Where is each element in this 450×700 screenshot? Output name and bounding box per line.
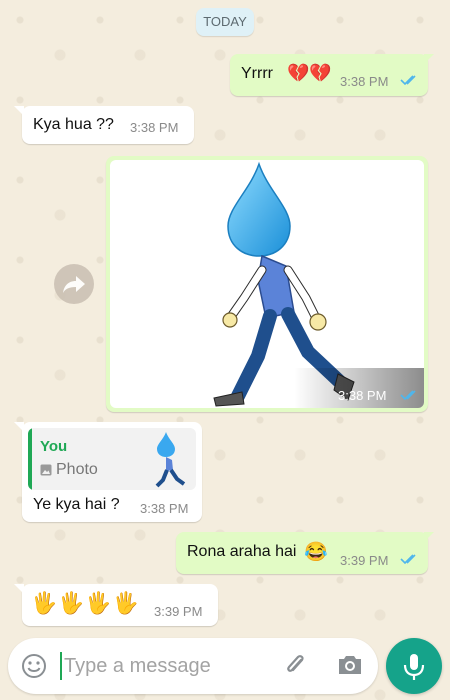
voice-message-button[interactable] (386, 638, 442, 694)
read-ticks-icon (400, 554, 416, 565)
message-input[interactable]: Type a message (64, 655, 211, 678)
message-text: Yrrrr (241, 65, 273, 82)
laughing-emoji: 😂 (304, 542, 328, 563)
message-time: 3:38 PM (338, 388, 387, 403)
message-text: Ye kya hai ? (33, 496, 120, 513)
forward-button[interactable] (54, 264, 94, 304)
emoji-icon[interactable] (20, 652, 48, 680)
camera-icon[interactable] (336, 652, 364, 678)
message-bubble-incoming[interactable]: 🖐🖐🖐🖐 3:39 PM (22, 584, 218, 626)
bubble-tail (14, 106, 24, 116)
bubble-tail (14, 584, 24, 594)
message-time: 3:39 PM (154, 604, 203, 619)
message-time: 3:38 PM (130, 120, 179, 135)
message-image-outgoing[interactable]: 3:38 PM (106, 156, 428, 412)
bubble-tail (14, 422, 24, 432)
message-text: Kya hua ?? (33, 116, 114, 133)
quote-accent-bar (28, 428, 32, 490)
quote-kind: Photo (56, 461, 98, 478)
image-content[interactable]: 3:38 PM (110, 160, 424, 408)
raised-hand-emojis: 🖐🖐🖐🖐 (31, 592, 140, 615)
message-time: 3:39 PM (340, 553, 389, 568)
quote-author: You (40, 438, 68, 455)
quoted-message[interactable]: You Photo (28, 428, 196, 490)
read-ticks-icon (400, 390, 416, 401)
photo-icon (40, 464, 52, 476)
quote-thumbnail (155, 432, 186, 488)
text-caret (60, 652, 62, 680)
read-ticks-icon (400, 75, 416, 86)
microphone-icon (403, 654, 425, 680)
message-bubble-incoming[interactable]: Kya hua ?? 3:38 PM (22, 106, 194, 144)
attach-icon[interactable] (282, 650, 308, 680)
message-bubble-outgoing[interactable]: Yrrrr 💔💔 3:38 PM (230, 54, 428, 96)
date-divider: TODAY (196, 8, 254, 36)
message-time: 3:38 PM (140, 501, 189, 516)
message-text: Rona araha hai (187, 543, 297, 560)
message-bubble-outgoing[interactable]: Rona araha hai 😂 3:39 PM (176, 532, 428, 574)
broken-heart-emoji: 💔💔 (287, 63, 332, 83)
bubble-tail (424, 54, 434, 64)
forward-icon (63, 276, 85, 293)
message-time: 3:38 PM (340, 74, 389, 89)
bubble-tail (424, 532, 434, 542)
